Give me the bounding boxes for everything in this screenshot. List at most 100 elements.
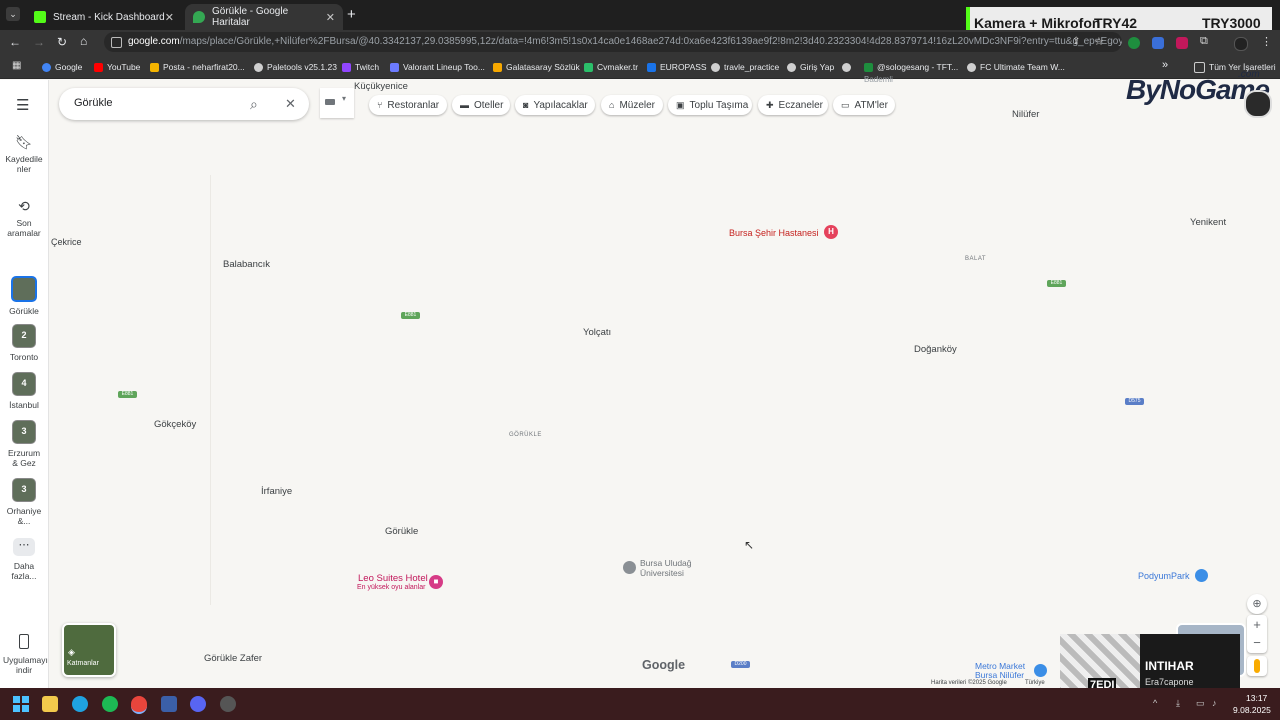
sidebar-item-gorukle[interactable]: Görükle bbox=[0, 276, 48, 316]
search-input[interactable]: Görükle bbox=[74, 97, 113, 109]
bookmark-unnamed[interactable] bbox=[842, 59, 855, 75]
shopping-pin-icon[interactable] bbox=[1195, 569, 1208, 582]
sidebar-item-orhaniye[interactable]: 3 Orhaniye &... bbox=[0, 478, 48, 526]
map-canvas[interactable] bbox=[48, 80, 1280, 688]
chrome-icon[interactable] bbox=[131, 696, 147, 714]
app-icon[interactable] bbox=[161, 696, 177, 712]
bookmark-sologesang[interactable]: @sologesang - TFT... bbox=[864, 59, 958, 75]
extension-icon[interactable] bbox=[1176, 37, 1188, 49]
profile-avatar[interactable] bbox=[1234, 37, 1248, 51]
reload-icon[interactable]: ↻ bbox=[57, 35, 67, 49]
layers-button[interactable]: ◈ Katmanlar bbox=[62, 623, 116, 677]
map-label-yolcati[interactable]: Yolçatı bbox=[583, 327, 611, 338]
forward-icon[interactable]: → bbox=[33, 35, 45, 49]
tab-kick-dashboard[interactable]: Stream - Kick Dashboard ✕ bbox=[26, 4, 182, 30]
university-pin-icon[interactable] bbox=[623, 561, 636, 574]
steam-icon[interactable] bbox=[220, 696, 236, 712]
file-explorer-icon[interactable] bbox=[42, 696, 58, 712]
poi-university-label[interactable]: Bursa Uludağ Üniversitesi bbox=[640, 558, 702, 578]
poi-metro-market-label[interactable]: Metro Market Bursa Nilüfer bbox=[975, 662, 1035, 680]
chip-hotels[interactable]: ▬ Oteller bbox=[452, 95, 510, 115]
tab-search-button[interactable]: ⌄ bbox=[6, 7, 20, 21]
sidebar-item-toronto[interactable]: 2 Toronto bbox=[0, 324, 48, 362]
taskbar-date[interactable]: 9.08.2025 bbox=[1233, 705, 1271, 715]
apps-grid-icon[interactable]: ▦ bbox=[12, 60, 21, 71]
discord-icon[interactable] bbox=[190, 696, 206, 712]
tab-close-icon[interactable]: ✕ bbox=[326, 11, 335, 24]
poi-hotel-label[interactable]: Leo Suites Hotel bbox=[358, 573, 428, 584]
bookmark-google[interactable]: Google bbox=[42, 59, 82, 75]
my-location-icon[interactable]: ⊕ bbox=[1247, 594, 1267, 614]
tab-close-icon[interactable]: ✕ bbox=[165, 11, 174, 24]
bookmark-twitch[interactable]: Twitch bbox=[342, 59, 379, 75]
clear-search-icon[interactable]: ✕ bbox=[285, 96, 296, 112]
bookmark-cvmaker[interactable]: Cvmaker.tr bbox=[584, 59, 638, 75]
taskbar-time[interactable]: 13:17 bbox=[1246, 693, 1267, 703]
extension-icon[interactable] bbox=[1152, 37, 1164, 49]
sidebar-item-istanbul[interactable]: 4 İstanbul bbox=[0, 372, 48, 410]
chip-things-to-do[interactable]: ◙ Yapılacaklar bbox=[515, 95, 595, 115]
browser-menu-icon[interactable]: ⋮ bbox=[1261, 35, 1272, 48]
sidebar-item-more[interactable]: ⋯ Daha fazla... bbox=[0, 538, 48, 581]
tray-overflow-icon[interactable]: ^ bbox=[1153, 698, 1157, 708]
map-country[interactable]: Türkiye bbox=[1025, 680, 1045, 686]
map-attribution[interactable]: Harita verileri ©2025 Google bbox=[931, 680, 1007, 686]
bookmark-valorant[interactable]: Valorant Lineup Too... bbox=[390, 59, 485, 75]
map-label-nilufer[interactable]: Nilüfer bbox=[1012, 109, 1039, 120]
zoom-out-button[interactable]: − bbox=[1247, 634, 1267, 652]
map-label-gorukle[interactable]: Görükle bbox=[385, 526, 418, 537]
sidebar-item-saved[interactable]: 🔖︎ Kaydedilenler bbox=[0, 134, 48, 174]
bookmark-fc-ultimate[interactable]: FC Ultimate Team W... bbox=[967, 59, 1065, 75]
bookmarks-overflow-icon[interactable]: » bbox=[1162, 59, 1168, 71]
new-tab-button[interactable]: + bbox=[347, 6, 356, 23]
map-label-irfaniye[interactable]: İrfaniye bbox=[261, 486, 292, 497]
extension-icon[interactable] bbox=[1128, 37, 1140, 49]
search-icon[interactable]: ⌕ bbox=[250, 96, 258, 113]
tab-google-maps[interactable]: Görükle - Google Haritalar ✕ bbox=[185, 4, 343, 30]
bookmark-europass[interactable]: EUROPASS bbox=[647, 59, 707, 75]
bookmark-travle[interactable]: travle_practice bbox=[711, 59, 779, 75]
poi-podyumpark-label[interactable]: PodyumPark bbox=[1138, 571, 1190, 581]
map-label-cekrice[interactable]: Çekrice bbox=[51, 237, 82, 247]
map-label-gorukle-district[interactable]: GÖRÜKLE bbox=[509, 432, 542, 438]
edge-icon[interactable] bbox=[72, 696, 88, 712]
chip-transit[interactable]: ▣ Toplu Taşıma bbox=[668, 95, 752, 115]
chip-museums[interactable]: ⌂ Müzeler bbox=[601, 95, 663, 115]
site-info-icon[interactable] bbox=[111, 37, 122, 48]
tray-download-icon[interactable]: ⤓ bbox=[1176, 698, 1180, 709]
map-label-badem[interactable]: Bademli bbox=[864, 75, 893, 84]
chip-restaurants[interactable]: ⑂ Restoranlar bbox=[369, 95, 447, 115]
bookmark-galatasaray[interactable]: Galatasaray Sözlük bbox=[493, 59, 580, 75]
zoom-in-button[interactable]: + bbox=[1247, 616, 1267, 634]
volume-icon[interactable]: ♪ bbox=[1212, 698, 1217, 708]
poi-hospital-label[interactable]: Bursa Şehir Hastanesi bbox=[729, 228, 819, 238]
bookmark-paletools[interactable]: Paletools v25.1.23 bbox=[254, 59, 337, 75]
map-label-kucukyenice[interactable]: Küçükyenice bbox=[354, 81, 408, 92]
address-bar[interactable]: google.com/maps/place/Görükle,+Nilüfer%2… bbox=[104, 32, 1122, 52]
sidebar-item-recent[interactable]: ⟲ Son aramalar bbox=[0, 198, 48, 238]
map-label-balabancik[interactable]: Balabancık bbox=[223, 259, 270, 270]
extensions-puzzle-icon[interactable]: ⧉ bbox=[1200, 35, 1208, 48]
spotify-icon[interactable] bbox=[102, 696, 118, 712]
pegman-button[interactable] bbox=[1247, 656, 1267, 676]
map-label-dogankoy[interactable]: Doğanköy bbox=[914, 344, 957, 355]
windows-start-icon[interactable] bbox=[13, 696, 29, 712]
bookmark-giris-yap[interactable]: Giriş Yap bbox=[787, 59, 834, 75]
network-icon[interactable]: ▭ bbox=[1196, 698, 1205, 709]
bookmark-star-icon[interactable]: ☆ bbox=[1094, 35, 1104, 48]
hospital-pin-icon[interactable]: H bbox=[824, 225, 838, 239]
collapse-panel-button[interactable]: ▾ bbox=[320, 88, 354, 118]
share-icon[interactable]: ⇪ bbox=[1072, 36, 1080, 47]
bookmark-youtube[interactable]: YouTube bbox=[94, 59, 140, 75]
home-icon[interactable]: ⌂ bbox=[80, 34, 87, 48]
sidebar-item-erzurum[interactable]: 3 Erzurum & Gez bbox=[0, 420, 48, 468]
chip-pharmacies[interactable]: ✚ Eczaneler bbox=[758, 95, 828, 115]
maps-account-avatar[interactable] bbox=[1244, 90, 1272, 118]
shopping-pin-icon[interactable] bbox=[1034, 664, 1047, 677]
back-icon[interactable]: ← bbox=[9, 35, 21, 49]
menu-icon[interactable]: ☰ bbox=[16, 96, 29, 114]
all-bookmarks[interactable]: Tüm Yer İşaretleri bbox=[1194, 59, 1276, 75]
chip-atms[interactable]: ▭ ATM'ler bbox=[833, 95, 895, 115]
map-label-gokcekoy[interactable]: Gökçeköy bbox=[154, 419, 196, 430]
bookmark-posta[interactable]: Posta - neharfirat20... bbox=[150, 59, 245, 75]
